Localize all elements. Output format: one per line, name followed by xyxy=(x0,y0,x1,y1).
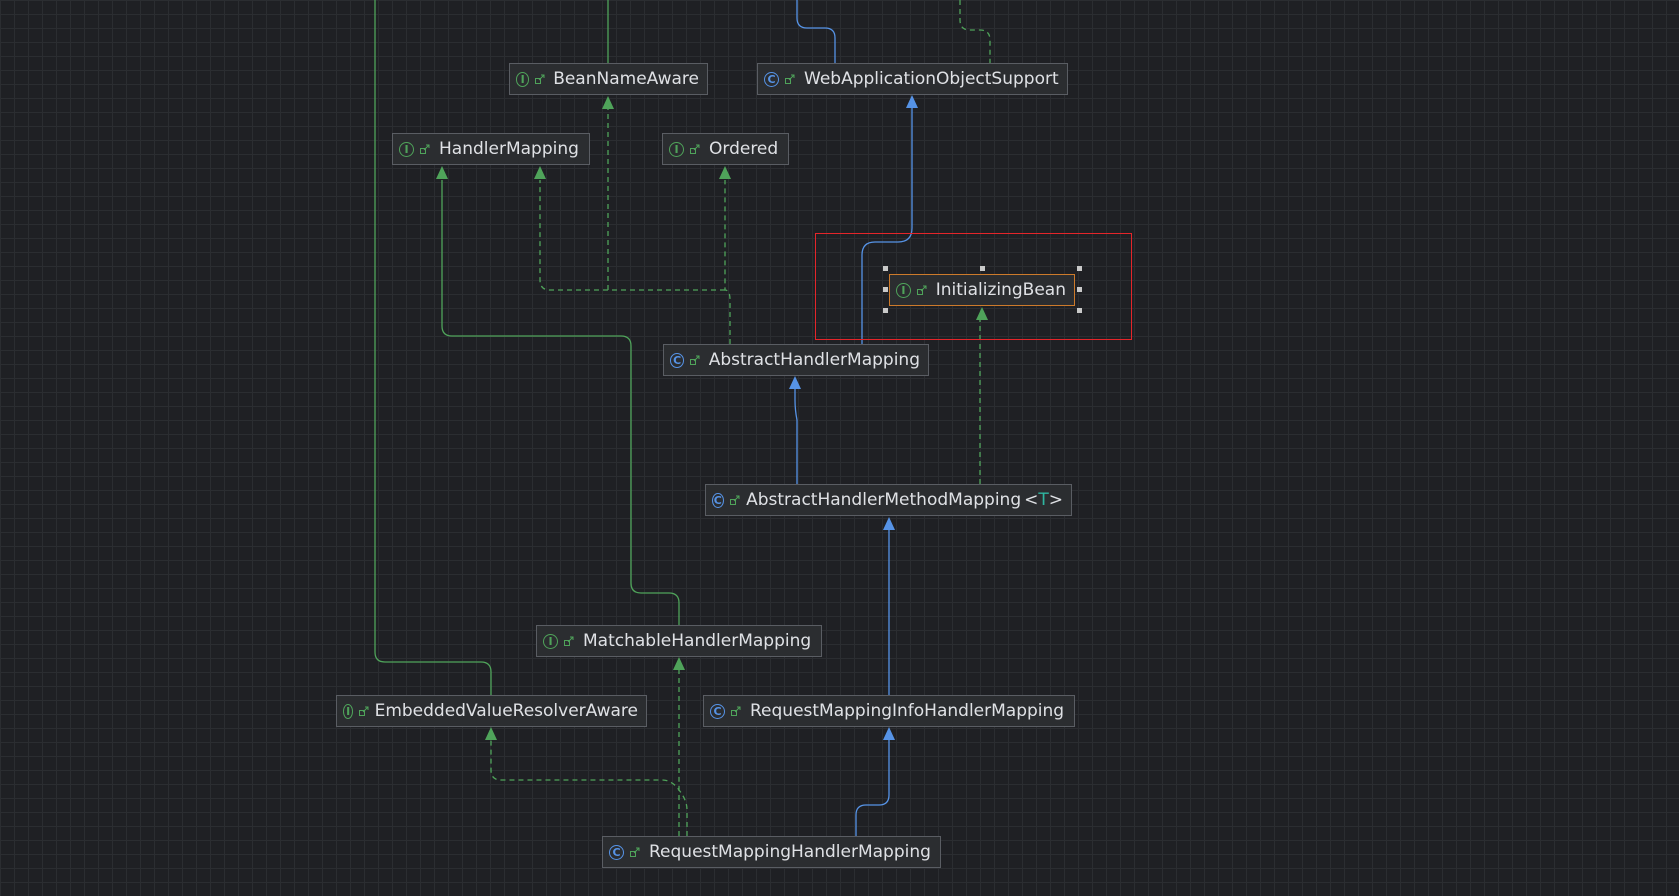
class-icon: C xyxy=(764,71,779,87)
node-label: HandlerMapping xyxy=(439,139,579,159)
arrow-ahm-implements-ordered xyxy=(719,166,731,179)
node-label: InitializingBean xyxy=(935,280,1066,300)
class-icon: C xyxy=(712,492,724,508)
edge-rmhm-implements-evra xyxy=(490,740,688,836)
node-matchable-handler-mapping[interactable]: I MatchableHandlerMapping xyxy=(536,625,822,657)
edge-web-app-object-support-up xyxy=(796,0,836,63)
node-label: AbstractHandlerMethodMapping xyxy=(746,490,1022,510)
arrow-rmihm-extends-ahmm xyxy=(883,517,895,530)
edge-ahm-implements-ordered xyxy=(724,180,731,344)
class-icon: C xyxy=(609,844,624,860)
node-web-application-object-support[interactable]: C WebApplicationObjectSupport xyxy=(757,63,1068,95)
node-abstract-handler-method-mapping[interactable]: C AbstractHandlerMethodMapping < T > xyxy=(705,484,1072,516)
node-initializing-bean[interactable]: I InitializingBean xyxy=(889,274,1075,306)
edge-rmhm-extends-rmihm xyxy=(855,740,890,836)
public-visibility-icon xyxy=(729,495,740,505)
edge-ahmm-extends-ahm xyxy=(794,388,798,484)
type-param-close: > xyxy=(1048,490,1063,510)
arrow-rmhm-extends-rmihm xyxy=(883,727,895,740)
type-parameter: T xyxy=(1038,490,1049,510)
public-visibility-icon xyxy=(535,74,545,84)
node-label: EmbeddedValueResolverAware xyxy=(374,701,638,721)
edge-web-app-object-support-dashed-up xyxy=(959,0,991,63)
interface-icon: I xyxy=(399,141,414,157)
public-visibility-icon xyxy=(690,144,700,154)
interface-icon: I xyxy=(543,633,558,649)
class-icon: C xyxy=(670,352,685,368)
uml-diagram-canvas[interactable]: I BeanNameAware C WebApplicationObjectSuppo… xyxy=(0,0,1679,896)
class-icon: C xyxy=(710,703,725,719)
node-bean-name-aware[interactable]: I BeanNameAware xyxy=(509,63,708,95)
public-visibility-icon xyxy=(564,636,574,646)
public-visibility-icon xyxy=(359,706,369,716)
resize-handle-tr[interactable] xyxy=(1077,266,1082,271)
public-visibility-icon xyxy=(731,706,741,716)
interface-icon: I xyxy=(343,703,354,719)
arrow-ahmm-extends-ahm xyxy=(789,376,801,389)
node-label: RequestMappingHandlerMapping xyxy=(649,842,931,862)
public-visibility-icon xyxy=(630,847,640,857)
arrow-ahm-implements-handlermapping xyxy=(534,166,546,179)
node-embedded-value-resolver-aware[interactable]: I EmbeddedValueResolverAware xyxy=(336,695,647,727)
resize-handle-tl[interactable] xyxy=(883,266,888,271)
arrow-rmhm-implements-mhm xyxy=(673,657,685,670)
node-ordered[interactable]: I Ordered xyxy=(662,133,789,165)
edge-ahm-implements-handlermapping xyxy=(539,180,725,291)
edge-mhm-extends-handlermapping xyxy=(441,180,680,625)
resize-handle-br[interactable] xyxy=(1077,308,1082,313)
diagram-edges xyxy=(374,0,991,836)
interface-icon: I xyxy=(516,71,530,87)
arrow-mhm-extends-handlermapping xyxy=(436,166,448,179)
type-param-open: < xyxy=(1024,490,1039,510)
resize-handle-tm[interactable] xyxy=(980,266,985,271)
public-visibility-icon xyxy=(690,355,700,365)
arrow-rmhm-implements-evra xyxy=(485,727,497,740)
node-label: Ordered xyxy=(709,139,779,159)
interface-icon: I xyxy=(896,282,911,298)
node-label: WebApplicationObjectSupport xyxy=(804,69,1059,89)
arrow-ahm-implements-beannameaware xyxy=(602,96,614,109)
public-visibility-icon xyxy=(420,144,430,154)
node-label: BeanNameAware xyxy=(553,69,699,89)
arrow-ahm-extends-waos xyxy=(906,95,918,108)
node-request-mapping-info-handler-mapping[interactable]: C RequestMappingInfoHandlerMapping xyxy=(703,695,1075,727)
node-handler-mapping[interactable]: I HandlerMapping xyxy=(392,133,590,165)
node-label: AbstractHandlerMapping xyxy=(708,350,920,370)
node-label: MatchableHandlerMapping xyxy=(583,631,812,651)
edge-embedded-value-resolver-aware-up xyxy=(374,0,492,695)
resize-handle-ml[interactable] xyxy=(883,287,888,292)
node-request-mapping-handler-mapping[interactable]: C RequestMappingHandlerMapping xyxy=(602,836,941,868)
interface-icon: I xyxy=(669,141,684,157)
public-visibility-icon xyxy=(916,285,927,295)
public-visibility-icon xyxy=(785,74,795,84)
node-abstract-handler-mapping[interactable]: C AbstractHandlerMapping xyxy=(663,344,929,376)
node-label: RequestMappingInfoHandlerMapping xyxy=(750,701,1065,721)
resize-handle-bl[interactable] xyxy=(883,308,888,313)
resize-handle-mr[interactable] xyxy=(1077,287,1082,292)
